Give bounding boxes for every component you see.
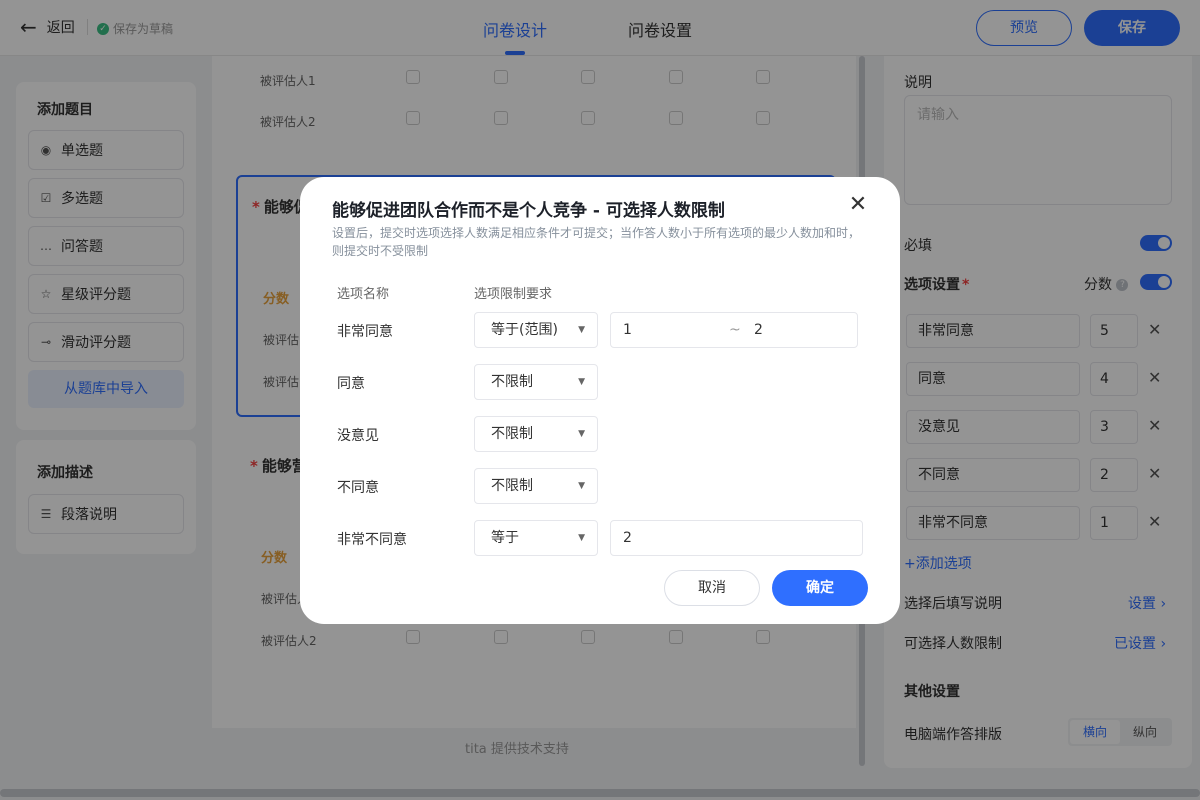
limit-mode-value: 等于(范围) [491, 322, 558, 338]
caret-down-icon: ▼ [578, 377, 585, 387]
caret-down-icon: ▼ [578, 429, 585, 439]
range-separator: ~ [729, 322, 741, 338]
confirm-button[interactable]: 确定 [772, 570, 868, 606]
caret-down-icon: ▼ [578, 481, 585, 491]
limit-modal: 能够促进团队合作而不是个人竞争 - 可选择人数限制 ✕ 设置后，提交时选项选择人… [300, 177, 900, 624]
modal-option-name: 非常同意 [337, 324, 393, 340]
range-max-value[interactable]: 2 [754, 313, 763, 347]
modal-option-name: 没意见 [337, 428, 379, 444]
limit-mode-value: 不限制 [491, 426, 533, 442]
limit-mode-value: 不限制 [491, 478, 533, 494]
column-header-requirement: 选项限制要求 [474, 287, 553, 302]
limit-value-input[interactable]: 2 [610, 520, 863, 556]
range-min-value[interactable]: 1 [623, 313, 632, 347]
close-icon[interactable]: ✕ [846, 193, 870, 217]
modal-option-name: 非常不同意 [337, 532, 407, 548]
caret-down-icon: ▼ [578, 325, 585, 335]
modal-title: 能够促进团队合作而不是个人竞争 - 可选择人数限制 [332, 201, 725, 221]
modal-option-name: 不同意 [337, 480, 379, 496]
modal-description: 设置后，提交时选项选择人数满足相应条件才可提交；当作答人数小于所有选项的最少人数… [332, 226, 861, 258]
limit-mode-value: 不限制 [491, 374, 533, 390]
cancel-button[interactable]: 取消 [664, 570, 760, 606]
range-input[interactable]: 1 ~ 2 [610, 312, 858, 348]
limit-mode-select[interactable]: 不限制 ▼ [474, 468, 598, 504]
limit-mode-select[interactable]: 不限制 ▼ [474, 364, 598, 400]
limit-mode-select[interactable]: 等于(范围) ▼ [474, 312, 598, 348]
limit-mode-select[interactable]: 等于 ▼ [474, 520, 598, 556]
column-header-option: 选项名称 [337, 287, 390, 302]
limit-mode-value: 等于 [491, 530, 519, 546]
limit-mode-select[interactable]: 不限制 ▼ [474, 416, 598, 452]
modal-option-name: 同意 [337, 376, 365, 392]
caret-down-icon: ▼ [578, 533, 585, 543]
